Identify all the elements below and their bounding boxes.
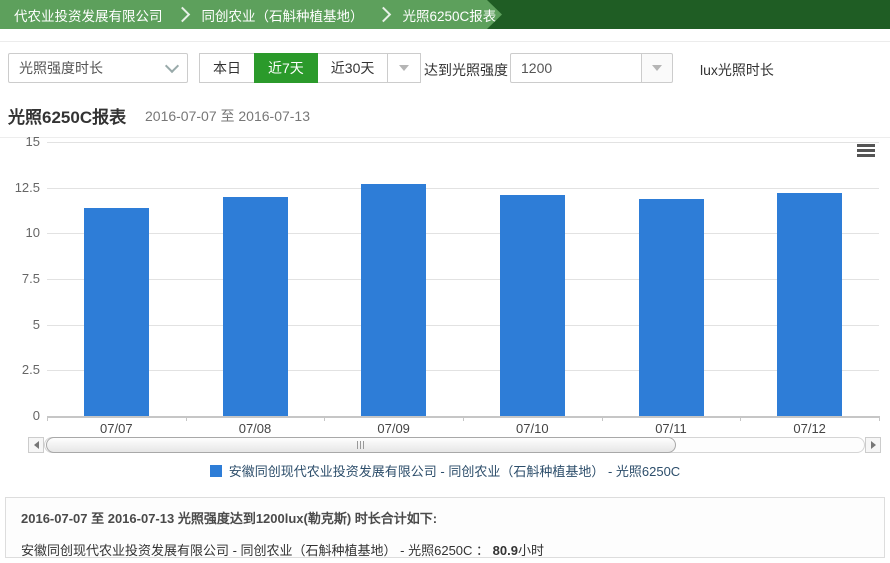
scrollbar-thumb[interactable] bbox=[46, 437, 676, 453]
x-axis-tick-label: 07/12 bbox=[765, 421, 855, 436]
scrollbar-right-arrow[interactable] bbox=[865, 437, 881, 453]
gridline bbox=[47, 142, 879, 143]
report-date-range: 2016-07-07 至 2016-07-13 bbox=[145, 106, 310, 126]
bar-07-07[interactable] bbox=[84, 208, 149, 416]
legend-label: 安徽同创现代农业投资发展有限公司 - 同创农业（石斛种植基地） - 光照6250… bbox=[229, 461, 680, 480]
breadcrumb-item[interactable]: 同创农业（石斛种植基地） bbox=[192, 5, 374, 25]
legend-swatch bbox=[210, 465, 222, 477]
y-axis-tick-label: 15 bbox=[4, 134, 40, 149]
x-axis-tick bbox=[602, 416, 603, 421]
x-axis-tick-label: 07/08 bbox=[210, 421, 300, 436]
range-button[interactable]: 本日 bbox=[199, 53, 255, 83]
y-axis-tick-label: 10 bbox=[4, 225, 40, 240]
chevron-down-icon bbox=[165, 59, 179, 73]
summary-hours-unit: 小时 bbox=[518, 543, 544, 558]
bar-chart: 0 2.5 5 7.5 10 12.5 15 07/07 07/08 07/09 07/10 07/1… bbox=[0, 137, 890, 436]
threshold-unit-label: lux光照时长 bbox=[700, 60, 774, 80]
metric-select[interactable]: 光照强度时长 bbox=[8, 53, 188, 83]
caret-down-icon bbox=[652, 65, 662, 71]
x-axis-tick bbox=[186, 416, 187, 421]
x-axis-tick bbox=[324, 416, 325, 421]
y-axis-tick-label: 5 bbox=[4, 317, 40, 332]
summary-heading: 2016-07-07 至 2016-07-13 光照强度达到1200lux(勒克… bbox=[21, 508, 869, 527]
bar-07-12[interactable] bbox=[777, 193, 842, 416]
range-button[interactable]: 近30天 bbox=[317, 53, 389, 83]
gridline bbox=[47, 370, 879, 371]
x-axis-tick bbox=[463, 416, 464, 421]
chevron-right-icon bbox=[375, 7, 391, 23]
x-axis-tick bbox=[879, 416, 880, 421]
x-axis-tick-label: 07/11 bbox=[626, 421, 716, 436]
bar-07-11[interactable] bbox=[639, 199, 704, 416]
x-axis-tick bbox=[47, 416, 48, 421]
chart-menu-icon[interactable] bbox=[857, 144, 875, 158]
metric-select-value: 光照强度时长 bbox=[19, 58, 103, 78]
y-axis-tick-label: 12.5 bbox=[4, 180, 40, 195]
range-dropdown-button[interactable] bbox=[387, 53, 421, 83]
scrollbar-left-arrow[interactable] bbox=[28, 437, 44, 453]
gridline bbox=[47, 325, 879, 326]
range-button[interactable]: 近7天 bbox=[254, 53, 318, 83]
summary-detail: 安徽同创现代农业投资发展有限公司 - 同创农业（石斛种植基地） - 光照6250… bbox=[21, 540, 869, 559]
chart-legend[interactable]: 安徽同创现代农业投资发展有限公司 - 同创农业（石斛种植基地） - 光照6250… bbox=[0, 461, 890, 480]
breadcrumb-item[interactable]: 光照6250C报表 bbox=[393, 5, 507, 25]
arrow-left-icon bbox=[34, 441, 39, 449]
date-range-button-group: 本日近7天近30天 bbox=[200, 53, 421, 83]
bar-07-10[interactable] bbox=[500, 195, 565, 416]
summary-detail-prefix: 安徽同创现代农业投资发展有限公司 - 同创农业（石斛种植基地） - 光照6250… bbox=[21, 543, 493, 558]
y-axis-tick-label: 2.5 bbox=[4, 362, 40, 377]
breadcrumb-bar: 代农业投资发展有限公司同创农业（石斛种植基地） 光照6250C报表 bbox=[0, 0, 890, 29]
breadcrumb: 代农业投资发展有限公司同创农业（石斛种植基地）光照6250C报表 bbox=[0, 0, 502, 29]
x-axis-tick bbox=[740, 416, 741, 421]
caret-down-icon bbox=[399, 65, 409, 71]
scrollbar-grip-icon bbox=[357, 441, 365, 449]
header-divider bbox=[0, 41, 890, 42]
chevron-right-icon bbox=[174, 7, 190, 23]
y-axis-tick-label: 0 bbox=[4, 408, 40, 423]
gridline bbox=[47, 279, 879, 280]
x-axis-tick-label: 07/09 bbox=[349, 421, 439, 436]
chart-horizontal-scrollbar[interactable] bbox=[28, 437, 881, 453]
gridline bbox=[47, 188, 879, 189]
arrow-right-icon bbox=[871, 441, 876, 449]
bar-07-08[interactable] bbox=[223, 197, 288, 416]
page-title: 光照6250C报表 bbox=[8, 103, 126, 128]
breadcrumb-item[interactable]: 代农业投资发展有限公司 bbox=[4, 5, 173, 25]
gridline bbox=[47, 233, 879, 234]
summary-panel: 2016-07-07 至 2016-07-13 光照强度达到1200lux(勒克… bbox=[5, 497, 885, 558]
threshold-dropdown-button[interactable] bbox=[641, 53, 673, 83]
x-axis-tick-label: 07/10 bbox=[487, 421, 577, 436]
summary-hours-value: 80.9 bbox=[493, 543, 518, 558]
threshold-combo: 1200 bbox=[510, 53, 673, 83]
threshold-label: 达到光照强度 bbox=[424, 60, 508, 80]
threshold-input[interactable]: 1200 bbox=[510, 53, 642, 83]
bar-07-09[interactable] bbox=[361, 184, 426, 416]
x-axis-tick-label: 07/07 bbox=[71, 421, 161, 436]
y-axis-tick-label: 7.5 bbox=[4, 271, 40, 286]
